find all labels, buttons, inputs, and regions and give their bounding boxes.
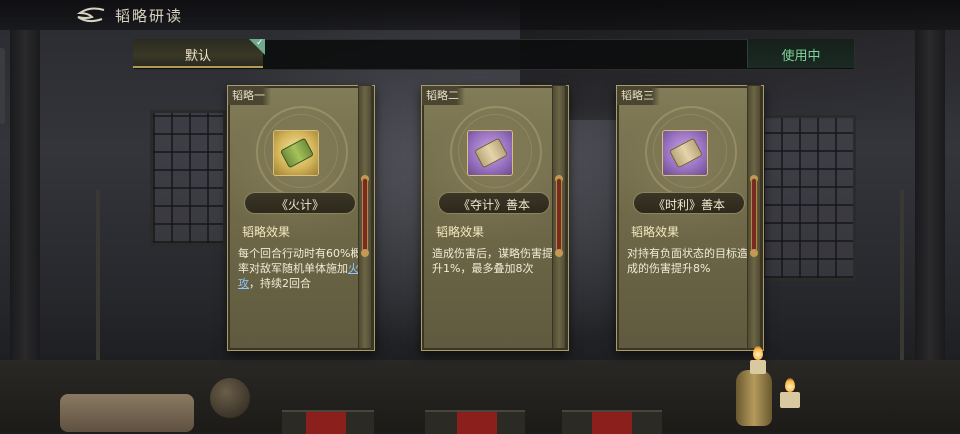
effect-text-suffix: ，持续2回合 bbox=[249, 277, 311, 290]
tab-default[interactable]: 默认 bbox=[133, 39, 263, 68]
candle-flame bbox=[753, 346, 763, 360]
card-3-spine bbox=[747, 85, 761, 349]
card-slot-label: 韬略二 bbox=[422, 86, 465, 105]
candle-flame bbox=[785, 378, 795, 392]
spine-knob bbox=[361, 249, 369, 257]
pillar-left bbox=[10, 30, 40, 360]
candelabra-right bbox=[900, 190, 904, 370]
candle-prop bbox=[750, 360, 766, 374]
card-1-spine bbox=[358, 85, 372, 349]
strategy-name-plate: 《时利》善本 bbox=[633, 192, 745, 214]
effect-description: 每个回合行动时有60%概率对敌军随机单体施加火攻，持续2回合 bbox=[238, 246, 362, 291]
book-band bbox=[457, 412, 497, 434]
card-2-spine bbox=[552, 85, 566, 349]
scroll-icon bbox=[473, 137, 509, 169]
in-use-label: 使用中 bbox=[781, 49, 821, 64]
spine-knob bbox=[750, 249, 758, 257]
spine-rod bbox=[557, 179, 561, 251]
vase-prop bbox=[736, 370, 772, 426]
effect-text-prefix: 每个回合行动时有60%概率对敌军随机单体施加 bbox=[238, 247, 362, 275]
spine-rod bbox=[752, 179, 756, 251]
strategy-name: 《时利》善本 bbox=[652, 198, 725, 212]
strategy-card-3[interactable]: 韬略三 《时利》善本 韬略效果 对持有负面状态的目标造成的伤害提升8% bbox=[616, 85, 764, 351]
scroll-icon bbox=[668, 137, 704, 169]
card-slot-label: 韬略三 bbox=[617, 86, 660, 105]
strategy-card-2[interactable]: 韬略二 《夺计》善本 韬略效果 造成伤害后，谋略伤害提升1%，最多叠加8次 bbox=[421, 85, 569, 351]
book-band bbox=[592, 412, 632, 434]
scroll-bundle-prop bbox=[60, 394, 194, 432]
lattice-window-left bbox=[150, 110, 226, 246]
purple-scroll-icon[interactable] bbox=[662, 130, 708, 176]
green-scroll-icon[interactable] bbox=[273, 130, 319, 176]
effect-title: 韬略效果 bbox=[631, 225, 680, 239]
effect-description: 造成伤害后，谋略伤害提升1%，最多叠加8次 bbox=[432, 247, 553, 275]
back-arrow-icon bbox=[76, 7, 105, 23]
in-use-button[interactable]: 使用中 bbox=[747, 39, 854, 68]
side-drawer-handle[interactable] bbox=[0, 48, 5, 124]
back-button[interactable] bbox=[76, 7, 106, 23]
candelabra-left bbox=[96, 190, 100, 370]
pillar-right bbox=[915, 30, 945, 360]
candle-prop bbox=[780, 392, 800, 408]
effect-title: 韬略效果 bbox=[436, 225, 485, 239]
spine-knob bbox=[555, 249, 563, 257]
book-prop bbox=[425, 410, 525, 434]
check-icon: ✓ bbox=[256, 38, 264, 48]
page-title: 韬略研读 bbox=[115, 7, 184, 25]
tab-default-label: 默认 bbox=[184, 49, 211, 64]
incense-burner-prop bbox=[210, 378, 250, 418]
lattice-window-right bbox=[760, 115, 856, 281]
strategy-name-plate: 《火计》 bbox=[244, 192, 356, 214]
purple-scroll-icon[interactable] bbox=[467, 130, 513, 176]
spine-rod bbox=[363, 179, 367, 251]
scroll-icon bbox=[279, 137, 315, 169]
strategy-card-1[interactable]: 韬略一 《火计》 韬略效果 每个回合行动时有60%概率对敌军随机单体施加火攻，持… bbox=[227, 85, 375, 351]
effect-title: 韬略效果 bbox=[242, 225, 291, 239]
strategy-name-plate: 《夺计》善本 bbox=[438, 192, 550, 214]
strategy-name: 《夺计》善本 bbox=[457, 198, 530, 212]
strategy-name: 《火计》 bbox=[275, 198, 324, 212]
book-prop bbox=[282, 410, 374, 434]
card-slot-label: 韬略一 bbox=[228, 86, 271, 105]
book-band bbox=[306, 412, 346, 434]
effect-description: 对持有负面状态的目标造成的伤害提升8% bbox=[627, 247, 748, 275]
book-prop bbox=[562, 410, 662, 434]
